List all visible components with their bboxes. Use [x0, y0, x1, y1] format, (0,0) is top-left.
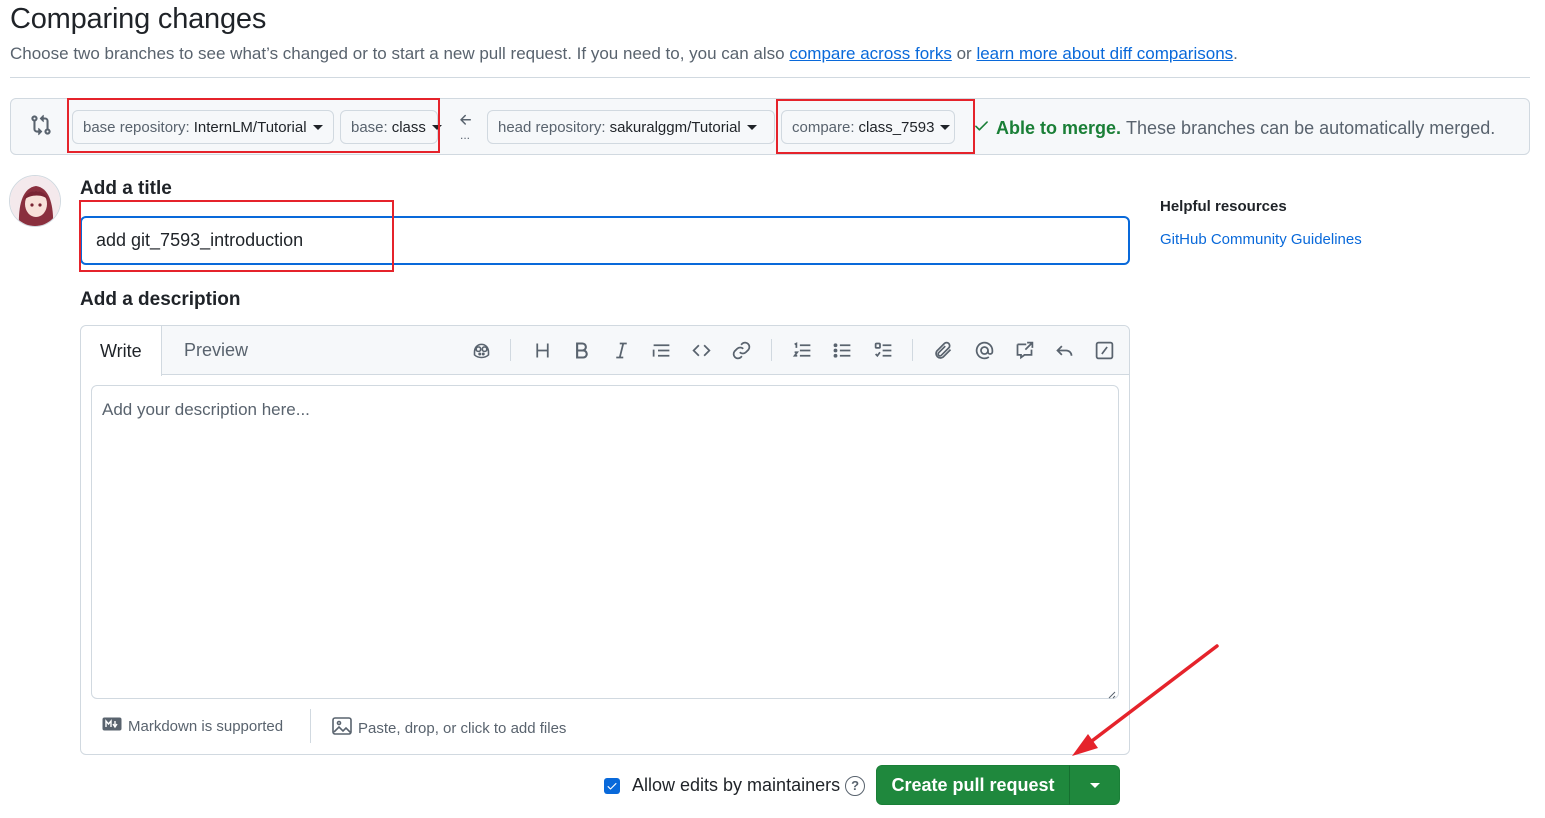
tab-write[interactable]: Write — [81, 326, 162, 376]
mention-icon[interactable] — [971, 337, 997, 363]
footer-divider — [310, 709, 311, 743]
toolbar-divider — [771, 339, 772, 361]
tab-preview[interactable]: Preview — [165, 326, 267, 375]
allow-edits-checkbox[interactable] — [604, 777, 620, 794]
head-repository-select[interactable]: head repository: sakuralggm/Tutorial — [487, 110, 775, 144]
heading-icon[interactable] — [529, 337, 555, 363]
create-pr-dropdown-button[interactable] — [1069, 765, 1120, 805]
helpful-resources-title: Helpful resources — [1160, 198, 1287, 215]
chevron-down-icon — [746, 124, 757, 130]
markdown-hint-text: Markdown is supported — [128, 717, 284, 735]
attach-files-text: Paste, drop, or click to add files — [358, 719, 567, 737]
allow-edits-row: Allow edits by maintainers ? — [604, 775, 866, 796]
bold-icon[interactable] — [568, 337, 594, 363]
toolbar-divider — [510, 339, 511, 361]
subtitle-or: or — [956, 44, 972, 63]
head-repository-label: head repository: — [498, 118, 606, 136]
check-icon — [973, 117, 990, 139]
learn-more-diff-link[interactable]: learn more about diff comparisons — [976, 44, 1233, 63]
annotation-box-title — [79, 200, 394, 272]
compare-across-forks-link[interactable]: compare across forks — [789, 44, 952, 63]
git-compare-icon — [30, 114, 52, 136]
unordered-list-icon[interactable] — [829, 337, 855, 363]
toolbar-divider — [912, 339, 913, 361]
arrow-left-icon — [458, 112, 474, 128]
code-icon[interactable] — [688, 337, 714, 363]
slash-command-icon[interactable] — [1091, 337, 1117, 363]
range-ellipsis: ... — [460, 128, 471, 142]
head-repository-value: sakuralggm/Tutorial — [609, 118, 741, 136]
allow-edits-label[interactable]: Allow edits by maintainers — [632, 775, 840, 796]
image-icon — [332, 717, 352, 739]
merge-status-detail: These branches can be automatically merg… — [1126, 117, 1496, 138]
community-guidelines-link[interactable]: GitHub Community Guidelines — [1160, 231, 1362, 248]
italic-icon[interactable] — [608, 337, 634, 363]
annotation-box-compare — [776, 99, 975, 154]
subtitle-text: Choose two branches to see what’s change… — [10, 44, 785, 63]
paperclip-icon[interactable] — [930, 337, 956, 363]
markdown-icon — [102, 717, 122, 735]
merge-status: Able to merge. These branches can be aut… — [973, 117, 1495, 139]
copilot-icon[interactable] — [468, 337, 494, 363]
annotation-arrow — [1068, 640, 1224, 760]
annotation-box-base — [67, 98, 440, 153]
create-pull-request-button[interactable]: Create pull request — [876, 765, 1070, 805]
header-divider — [10, 77, 1530, 78]
quote-icon[interactable] — [648, 337, 674, 363]
merge-status-ok: Able to merge. — [996, 117, 1122, 138]
description-label: Add a description — [80, 289, 241, 310]
page-title: Comparing changes — [10, 3, 267, 35]
title-label: Add a title — [80, 178, 172, 199]
ordered-list-icon[interactable] — [789, 337, 815, 363]
reply-icon[interactable] — [1051, 337, 1077, 363]
task-list-icon[interactable] — [870, 337, 896, 363]
link-icon[interactable] — [728, 337, 754, 363]
description-textarea[interactable] — [91, 385, 1119, 699]
chevron-down-icon — [1089, 782, 1100, 788]
question-icon[interactable]: ? — [845, 775, 866, 796]
markdown-hint[interactable]: Markdown is supported — [102, 717, 283, 735]
avatar[interactable] — [9, 175, 61, 227]
cross-reference-icon[interactable] — [1011, 337, 1037, 363]
subtitle-end: . — [1233, 44, 1238, 63]
page-subtitle: Choose two branches to see what’s change… — [10, 44, 1238, 64]
attach-files-hint[interactable]: Paste, drop, or click to add files — [332, 717, 566, 739]
